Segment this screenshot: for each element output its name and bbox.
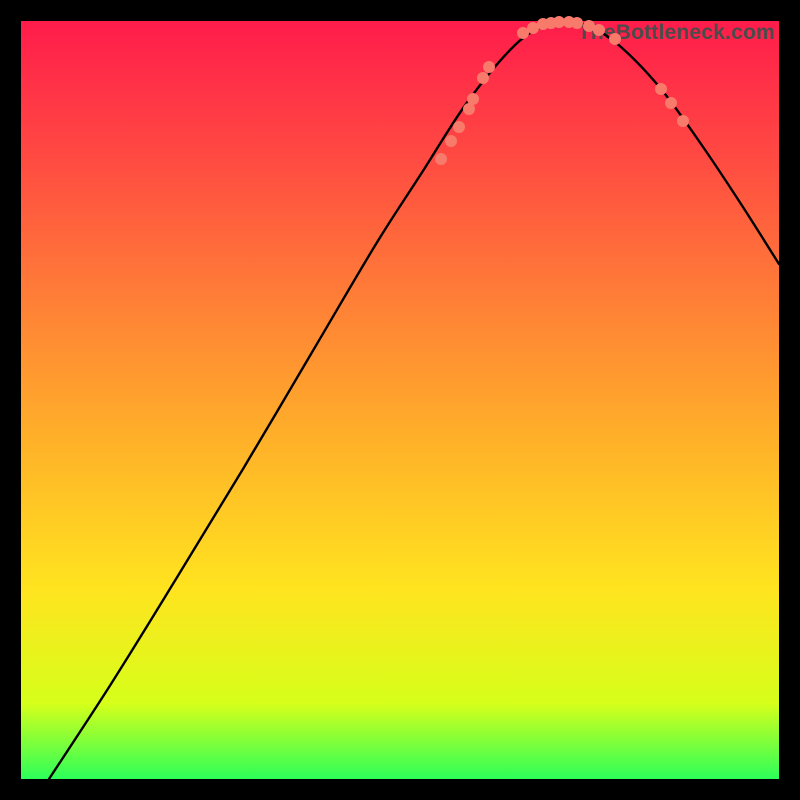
chart-stage: TheBottleneck.com (0, 0, 800, 800)
curve-marker (609, 33, 621, 45)
curve-marker (571, 17, 583, 29)
curve-marker (483, 61, 495, 73)
curve-marker (655, 83, 667, 95)
curve-marker (677, 115, 689, 127)
curve-marker (445, 135, 457, 147)
curve-marker (435, 153, 447, 165)
curve-markers (435, 16, 689, 165)
curve-marker (593, 24, 605, 36)
curve-marker (477, 72, 489, 84)
bottleneck-curve (49, 22, 779, 779)
curve-marker (467, 93, 479, 105)
curve-marker (453, 121, 465, 133)
chart-svg (21, 21, 779, 779)
curve-marker (665, 97, 677, 109)
chart-plot-area: TheBottleneck.com (21, 21, 779, 779)
